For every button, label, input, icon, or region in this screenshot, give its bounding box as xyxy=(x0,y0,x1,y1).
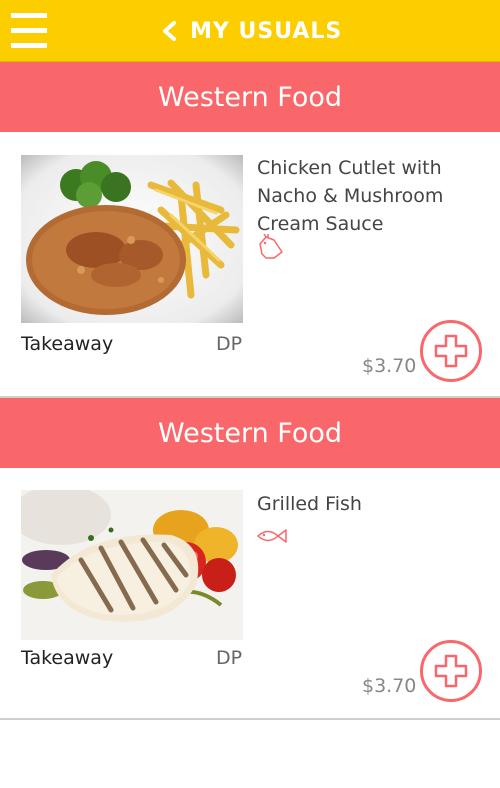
category-header: Western Food xyxy=(0,398,500,468)
back-button[interactable]: MY USUALS xyxy=(160,14,342,48)
service-type: Takeaway xyxy=(21,647,114,669)
stall-code: DP xyxy=(216,647,243,669)
item-price: $3.70 xyxy=(362,675,417,697)
add-to-cart-button[interactable] xyxy=(420,640,482,702)
add-to-cart-button[interactable] xyxy=(420,320,482,382)
menu-bar-line xyxy=(11,28,47,33)
menu-bar-line xyxy=(11,13,47,18)
menu-item-card[interactable]: Grilled Fish Takeaway DP $3.70 xyxy=(0,468,500,720)
item-name: Chicken Cutlet with Nacho & Mushroom Cre… xyxy=(257,157,444,235)
category-header: Western Food xyxy=(0,62,500,132)
item-name: Grilled Fish xyxy=(257,493,362,515)
chicken-cutlet-with-fries-image xyxy=(21,155,243,323)
service-type: Takeaway xyxy=(21,333,114,355)
menu-item-card[interactable]: Chicken Cutlet with Nacho & Mushroom Cre… xyxy=(0,132,500,398)
chicken-icon xyxy=(259,233,283,259)
page-title: MY USUALS xyxy=(190,18,343,44)
fish-icon xyxy=(256,529,287,543)
hamburger-menu-icon[interactable] xyxy=(11,13,47,49)
chevron-left-icon xyxy=(163,21,176,41)
top-bar: MY USUALS xyxy=(0,0,500,62)
item-price: $3.70 xyxy=(362,355,417,377)
plus-icon xyxy=(434,334,468,368)
plus-icon xyxy=(434,654,468,688)
stall-code: DP xyxy=(216,333,243,355)
menu-bar-line xyxy=(11,43,47,48)
grilled-fish-with-vegetables-image xyxy=(21,490,243,640)
